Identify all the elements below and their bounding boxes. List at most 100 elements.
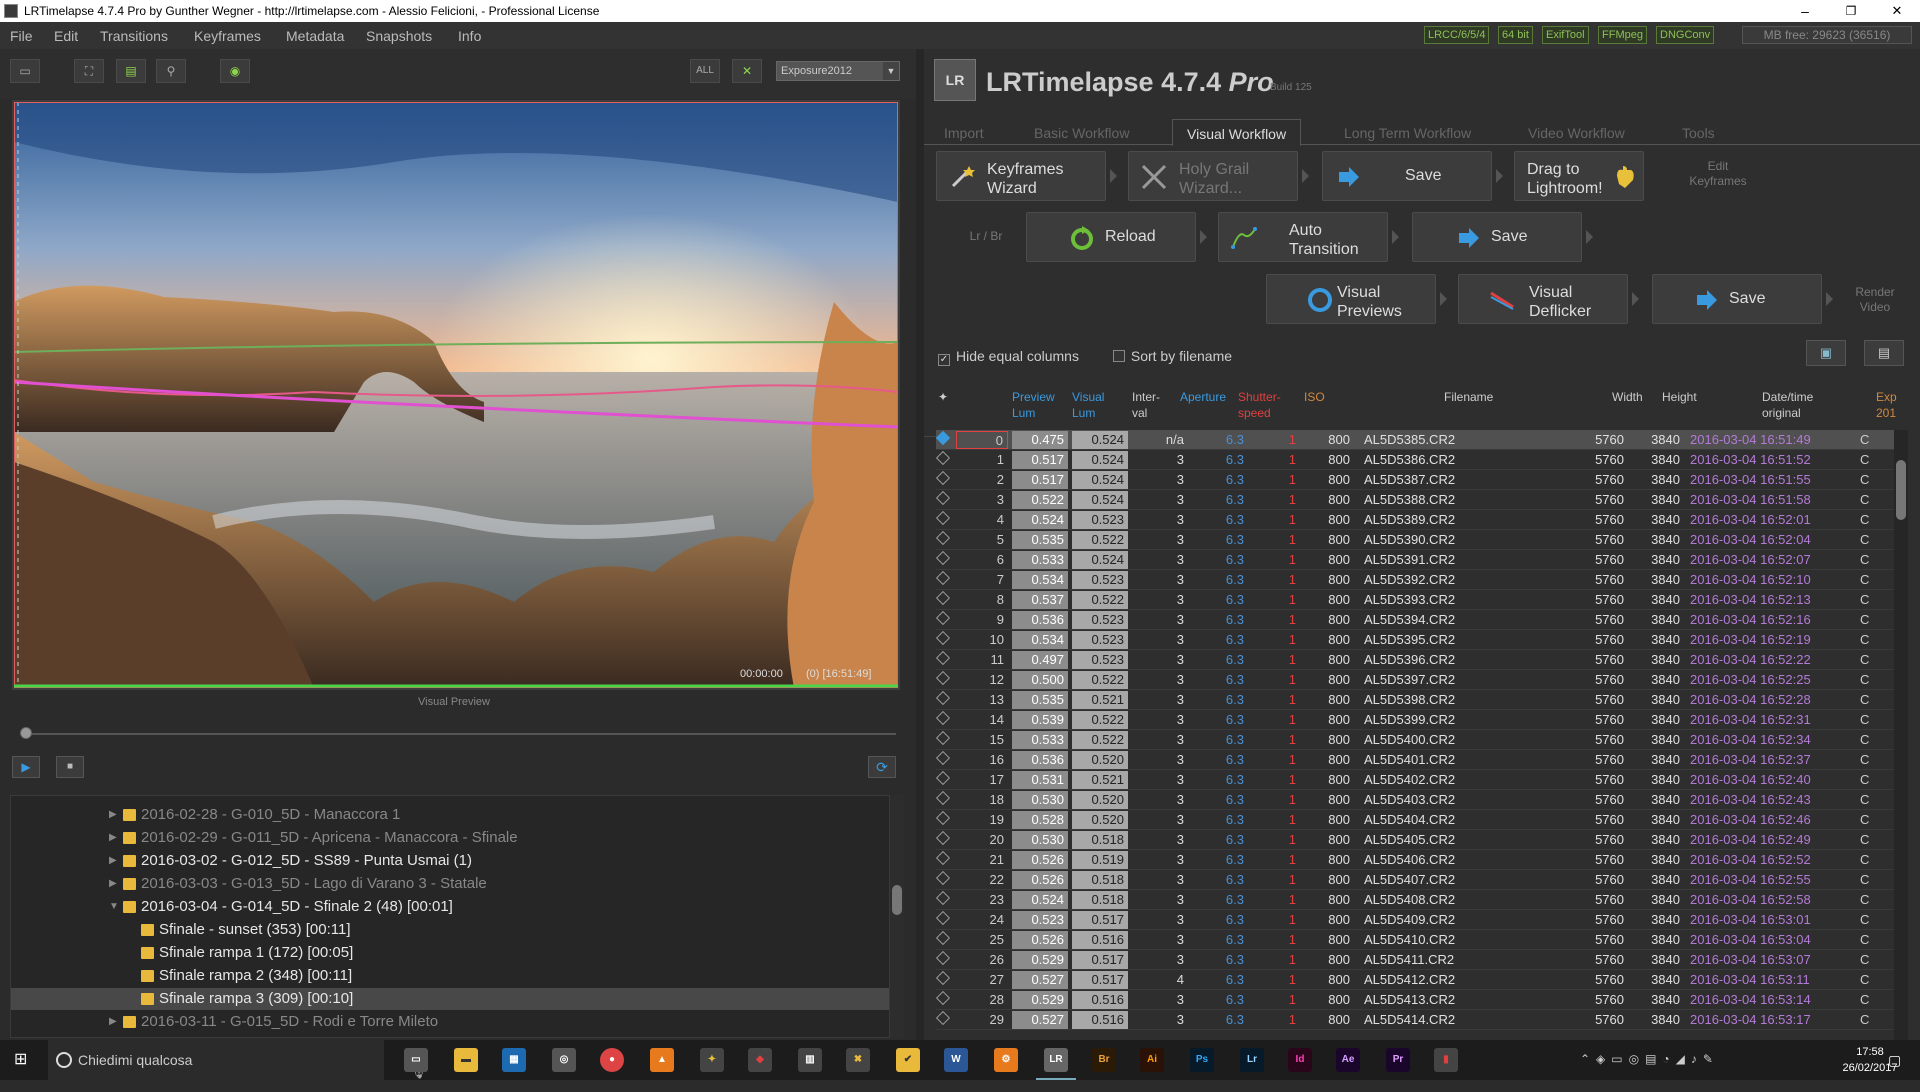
- table-row[interactable]: 13 0.535 0.521 3 6.3 1 800 AL5D5398.CR2 5760 3840…: [936, 690, 1906, 710]
- tree-scrollbar-thumb[interactable]: [892, 885, 902, 915]
- image-table[interactable]: 0 0.475 0.524 n/a 6.3 1 800 AL5D5385.CR2 5760 384…: [936, 430, 1906, 1040]
- table-row[interactable]: 5 0.535 0.522 3 6.3 1 800 AL5D5390.CR2 5760 3840 2…: [936, 530, 1906, 550]
- keyframe-marker-icon[interactable]: [936, 750, 951, 766]
- minimize-button[interactable]: –: [1782, 0, 1828, 22]
- tab-video-workflow[interactable]: Video Workflow: [1528, 125, 1625, 141]
- expand-right-icon[interactable]: ▶: [109, 827, 119, 849]
- table-row[interactable]: 1 0.517 0.524 3 6.3 1 800 AL5D5386.CR2 5760 3840 2…: [936, 450, 1906, 470]
- checkbox-unchecked[interactable]: [1112, 350, 1125, 362]
- notifications-icon[interactable]: ▢: [1888, 1052, 1901, 1069]
- lightroom-icon[interactable]: Lr: [1240, 1048, 1264, 1072]
- tree-item[interactable]: ▶ 2016-03-11 - G-015_5D - Rodi e Torre Mi…: [11, 1011, 889, 1033]
- tree-item[interactable]: ▶ 2016-03-12 - G-016_5D - SS89 Vieste Mat…: [11, 1034, 889, 1037]
- system-tray-icons[interactable]: ⌃◈▭◎▤◔◢♪✎: [1580, 1052, 1719, 1066]
- keyframe-marker-icon[interactable]: [936, 790, 951, 806]
- keyframe-marker-icon[interactable]: [936, 710, 951, 726]
- col-preview-lum[interactable]: Preview Lum: [1012, 389, 1055, 421]
- keyframe-marker-icon[interactable]: [936, 970, 951, 986]
- expand-down-icon[interactable]: ▼: [109, 896, 119, 918]
- exposure-select[interactable]: Exposure2012 ▼: [776, 61, 900, 81]
- toggle-layout-icon[interactable]: ▭: [10, 59, 40, 83]
- tab-long-term-workflow[interactable]: Long Term Workflow: [1344, 125, 1471, 141]
- indesign-icon[interactable]: Id: [1288, 1048, 1312, 1072]
- app-icon-filezilla[interactable]: ◆: [748, 1048, 772, 1072]
- expand-right-icon[interactable]: ▶: [109, 850, 119, 872]
- tree-item[interactable]: ▶ 2016-02-28 - G-010_5D - Manaccora 1: [11, 804, 889, 826]
- holy-grail-wizard-button[interactable]: Holy Grail Wizard...: [1128, 151, 1298, 201]
- curve-toggle-icon[interactable]: ✕: [732, 59, 762, 83]
- expand-right-icon[interactable]: ▶: [109, 1011, 119, 1033]
- keyframe-marker-icon[interactable]: [936, 890, 951, 906]
- col-iso[interactable]: ISO: [1304, 389, 1325, 405]
- table-row[interactable]: 18 0.530 0.520 3 6.3 1 800 AL5D5403.CR2 5760 3840…: [936, 790, 1906, 810]
- tree-scrollbar[interactable]: [890, 795, 904, 1038]
- table-row[interactable]: 0 0.475 0.524 n/a 6.3 1 800 AL5D5385.CR2 5760 384…: [936, 430, 1906, 450]
- store-icon[interactable]: ▦: [502, 1048, 526, 1072]
- col-height[interactable]: Height: [1662, 389, 1697, 405]
- keyframe-marker-icon[interactable]: [936, 470, 951, 486]
- windows-start-icon[interactable]: ⊞: [14, 1052, 30, 1068]
- table-row[interactable]: 17 0.531 0.521 3 6.3 1 800 AL5D5402.CR2 5760 3840…: [936, 770, 1906, 790]
- table-scrollbar[interactable]: [1894, 430, 1908, 1040]
- tree-item[interactable]: Sfinale rampa 2 (348) [00:11]: [11, 965, 889, 987]
- tree-item[interactable]: ▶ 2016-03-02 - G-012_5D - SS89 - Punta Us…: [11, 850, 889, 872]
- table-row[interactable]: 11 0.497 0.523 3 6.3 1 800 AL5D5396.CR2 5760 3840…: [936, 650, 1906, 670]
- keyframe-marker-icon[interactable]: [936, 730, 951, 746]
- table-row[interactable]: 10 0.534 0.523 3 6.3 1 800 AL5D5395.CR2 5760 3840…: [936, 630, 1906, 650]
- col-aperture[interactable]: Aperture: [1180, 389, 1226, 405]
- table-row[interactable]: 27 0.527 0.517 4 6.3 1 800 AL5D5412.CR2 5760 3840…: [936, 970, 1906, 990]
- keyframe-marker-icon[interactable]: [936, 990, 951, 1006]
- keyframe-marker-icon[interactable]: [936, 490, 951, 506]
- export-icon[interactable]: ▤: [1864, 340, 1904, 366]
- keyframe-marker-icon[interactable]: [936, 810, 951, 826]
- visual-previews-button[interactable]: Visual Previews: [1266, 274, 1436, 324]
- save-button-3[interactable]: Save: [1652, 274, 1822, 324]
- expand-right-icon[interactable]: ▶: [109, 873, 119, 895]
- table-row[interactable]: 16 0.536 0.520 3 6.3 1 800 AL5D5401.CR2 5760 3840…: [936, 750, 1906, 770]
- table-scrollbar-thumb[interactable]: [1896, 460, 1906, 520]
- lrtimelapse-task-icon[interactable]: LR: [1036, 1048, 1076, 1080]
- table-row[interactable]: 29 0.527 0.516 3 6.3 1 800 AL5D5414.CR2 5760 3840…: [936, 1010, 1906, 1030]
- timeline-slider[interactable]: [20, 727, 896, 739]
- menu-file[interactable]: File: [10, 28, 33, 44]
- table-row[interactable]: 12 0.500 0.522 3 6.3 1 800 AL5D5397.CR2 5760 3840…: [936, 670, 1906, 690]
- col-datetime-original[interactable]: Date/time original: [1762, 389, 1813, 421]
- col-shutter-speed[interactable]: Shutter-speed: [1238, 389, 1281, 421]
- hide-equal-columns-checkbox[interactable]: ✓ Hide equal columns: [938, 348, 1079, 366]
- eye-icon[interactable]: ◉: [220, 59, 250, 83]
- table-row[interactable]: 25 0.526 0.516 3 6.3 1 800 AL5D5410.CR2 5760 3840…: [936, 930, 1906, 950]
- col-filename[interactable]: Filename: [1444, 389, 1493, 405]
- table-row[interactable]: 14 0.539 0.522 3 6.3 1 800 AL5D5399.CR2 5760 3840…: [936, 710, 1906, 730]
- table-row[interactable]: 8 0.537 0.522 3 6.3 1 800 AL5D5393.CR2 5760 3840 2…: [936, 590, 1906, 610]
- zoom-icon[interactable]: ⚲: [156, 59, 186, 83]
- table-row[interactable]: 21 0.526 0.519 3 6.3 1 800 AL5D5406.CR2 5760 3840…: [936, 850, 1906, 870]
- menu-info[interactable]: Info: [458, 28, 481, 44]
- taskbar-search[interactable]: Chiedimi qualcosa 🎙: [48, 1040, 427, 1080]
- keyframe-marker-icon[interactable]: [936, 670, 951, 686]
- tree-item[interactable]: Sfinale rampa 1 (172) [00:05]: [11, 942, 889, 964]
- tree-item[interactable]: ▶ 2016-03-03 - G-013_5D - Lago di Varano …: [11, 873, 889, 895]
- checkbox-checked[interactable]: ✓: [938, 354, 950, 366]
- table-row[interactable]: 7 0.534 0.523 3 6.3 1 800 AL5D5392.CR2 5760 3840 2…: [936, 570, 1906, 590]
- table-row[interactable]: 2 0.517 0.524 3 6.3 1 800 AL5D5387.CR2 5760 3840 2…: [936, 470, 1906, 490]
- table-row[interactable]: 22 0.526 0.518 3 6.3 1 800 AL5D5407.CR2 5760 3840…: [936, 870, 1906, 890]
- keyframe-marker-icon[interactable]: [936, 550, 951, 566]
- table-row[interactable]: 28 0.529 0.516 3 6.3 1 800 AL5D5413.CR2 5760 3840…: [936, 990, 1906, 1010]
- keyframe-marker-icon[interactable]: [936, 570, 951, 586]
- menu-snapshots[interactable]: Snapshots: [366, 28, 432, 44]
- close-button[interactable]: ✕: [1874, 0, 1920, 22]
- table-row[interactable]: 15 0.533 0.522 3 6.3 1 800 AL5D5400.CR2 5760 3840…: [936, 730, 1906, 750]
- histogram-icon[interactable]: ▤: [116, 59, 146, 83]
- keyframe-marker-icon[interactable]: [936, 830, 951, 846]
- app-icon-red[interactable]: ▮: [1434, 1048, 1458, 1072]
- menu-edit[interactable]: Edit: [54, 28, 78, 44]
- auto-transition-button[interactable]: Auto Transition: [1218, 212, 1388, 262]
- library-icon[interactable]: ▥: [798, 1048, 822, 1072]
- menu-metadata[interactable]: Metadata: [286, 28, 344, 44]
- tab-tools[interactable]: Tools: [1682, 125, 1715, 141]
- keyframe-marker-icon[interactable]: [936, 930, 951, 946]
- app-icon-generic[interactable]: ◎: [552, 1048, 576, 1072]
- tree-item[interactable]: Sfinale - sunset (353) [00:11]: [11, 919, 889, 941]
- keyframe-marker-icon[interactable]: [936, 690, 951, 706]
- keyframe-marker-icon[interactable]: [936, 870, 951, 886]
